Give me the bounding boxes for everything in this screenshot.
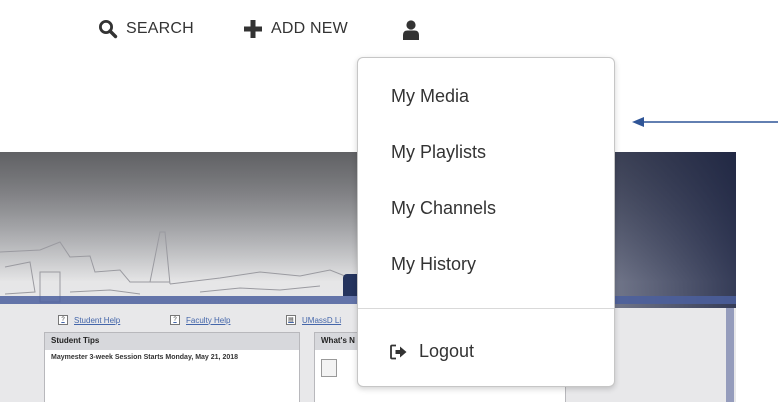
sign-out-icon <box>390 344 407 359</box>
search-button[interactable]: SEARCH <box>98 16 194 42</box>
logout-button[interactable]: Logout <box>390 341 474 362</box>
user-menu-button[interactable] <box>402 17 420 43</box>
portal-scrollbar <box>726 308 734 402</box>
student-help-link: ? Student Help <box>58 315 120 325</box>
annotation-arrow-icon <box>632 117 778 127</box>
faculty-help-text: Faculty Help <box>186 315 231 325</box>
student-tips-text: Maymester 3-week Session Starts Monday, … <box>51 354 239 361</box>
user-dropdown-menu: My Media My Playlists My Channels My His… <box>357 57 615 387</box>
menu-divider <box>358 308 614 309</box>
plus-icon <box>244 20 262 38</box>
menu-item-my-history[interactable]: My History <box>391 254 476 275</box>
add-new-label: ADD NEW <box>271 20 348 37</box>
student-tips-title: Student Tips <box>45 333 299 350</box>
student-help-text: Student Help <box>74 315 121 325</box>
faculty-help-link: ? Faculty Help <box>170 315 230 325</box>
add-new-button[interactable]: ADD NEW <box>244 16 348 42</box>
top-navigation: SEARCH ADD NEW <box>0 0 778 58</box>
umassd-link-text: UMassD Li <box>302 315 342 325</box>
help-icon: ? <box>170 315 180 325</box>
student-tips-panel: Student Tips Maymester 3-week Session St… <box>44 332 300 402</box>
menu-item-my-channels[interactable]: My Channels <box>391 198 496 219</box>
menu-item-my-media[interactable]: My Media <box>391 86 469 107</box>
menu-item-my-playlists[interactable]: My Playlists <box>391 142 486 163</box>
search-icon <box>99 20 118 39</box>
logout-label: Logout <box>419 341 475 361</box>
help-icon: ? <box>58 315 68 325</box>
avatar <box>321 359 337 377</box>
link-icon: ▤ <box>286 315 296 325</box>
search-label: SEARCH <box>126 20 194 37</box>
user-icon <box>403 20 419 40</box>
umassd-link: ▤ UMassD Li <box>286 315 341 325</box>
